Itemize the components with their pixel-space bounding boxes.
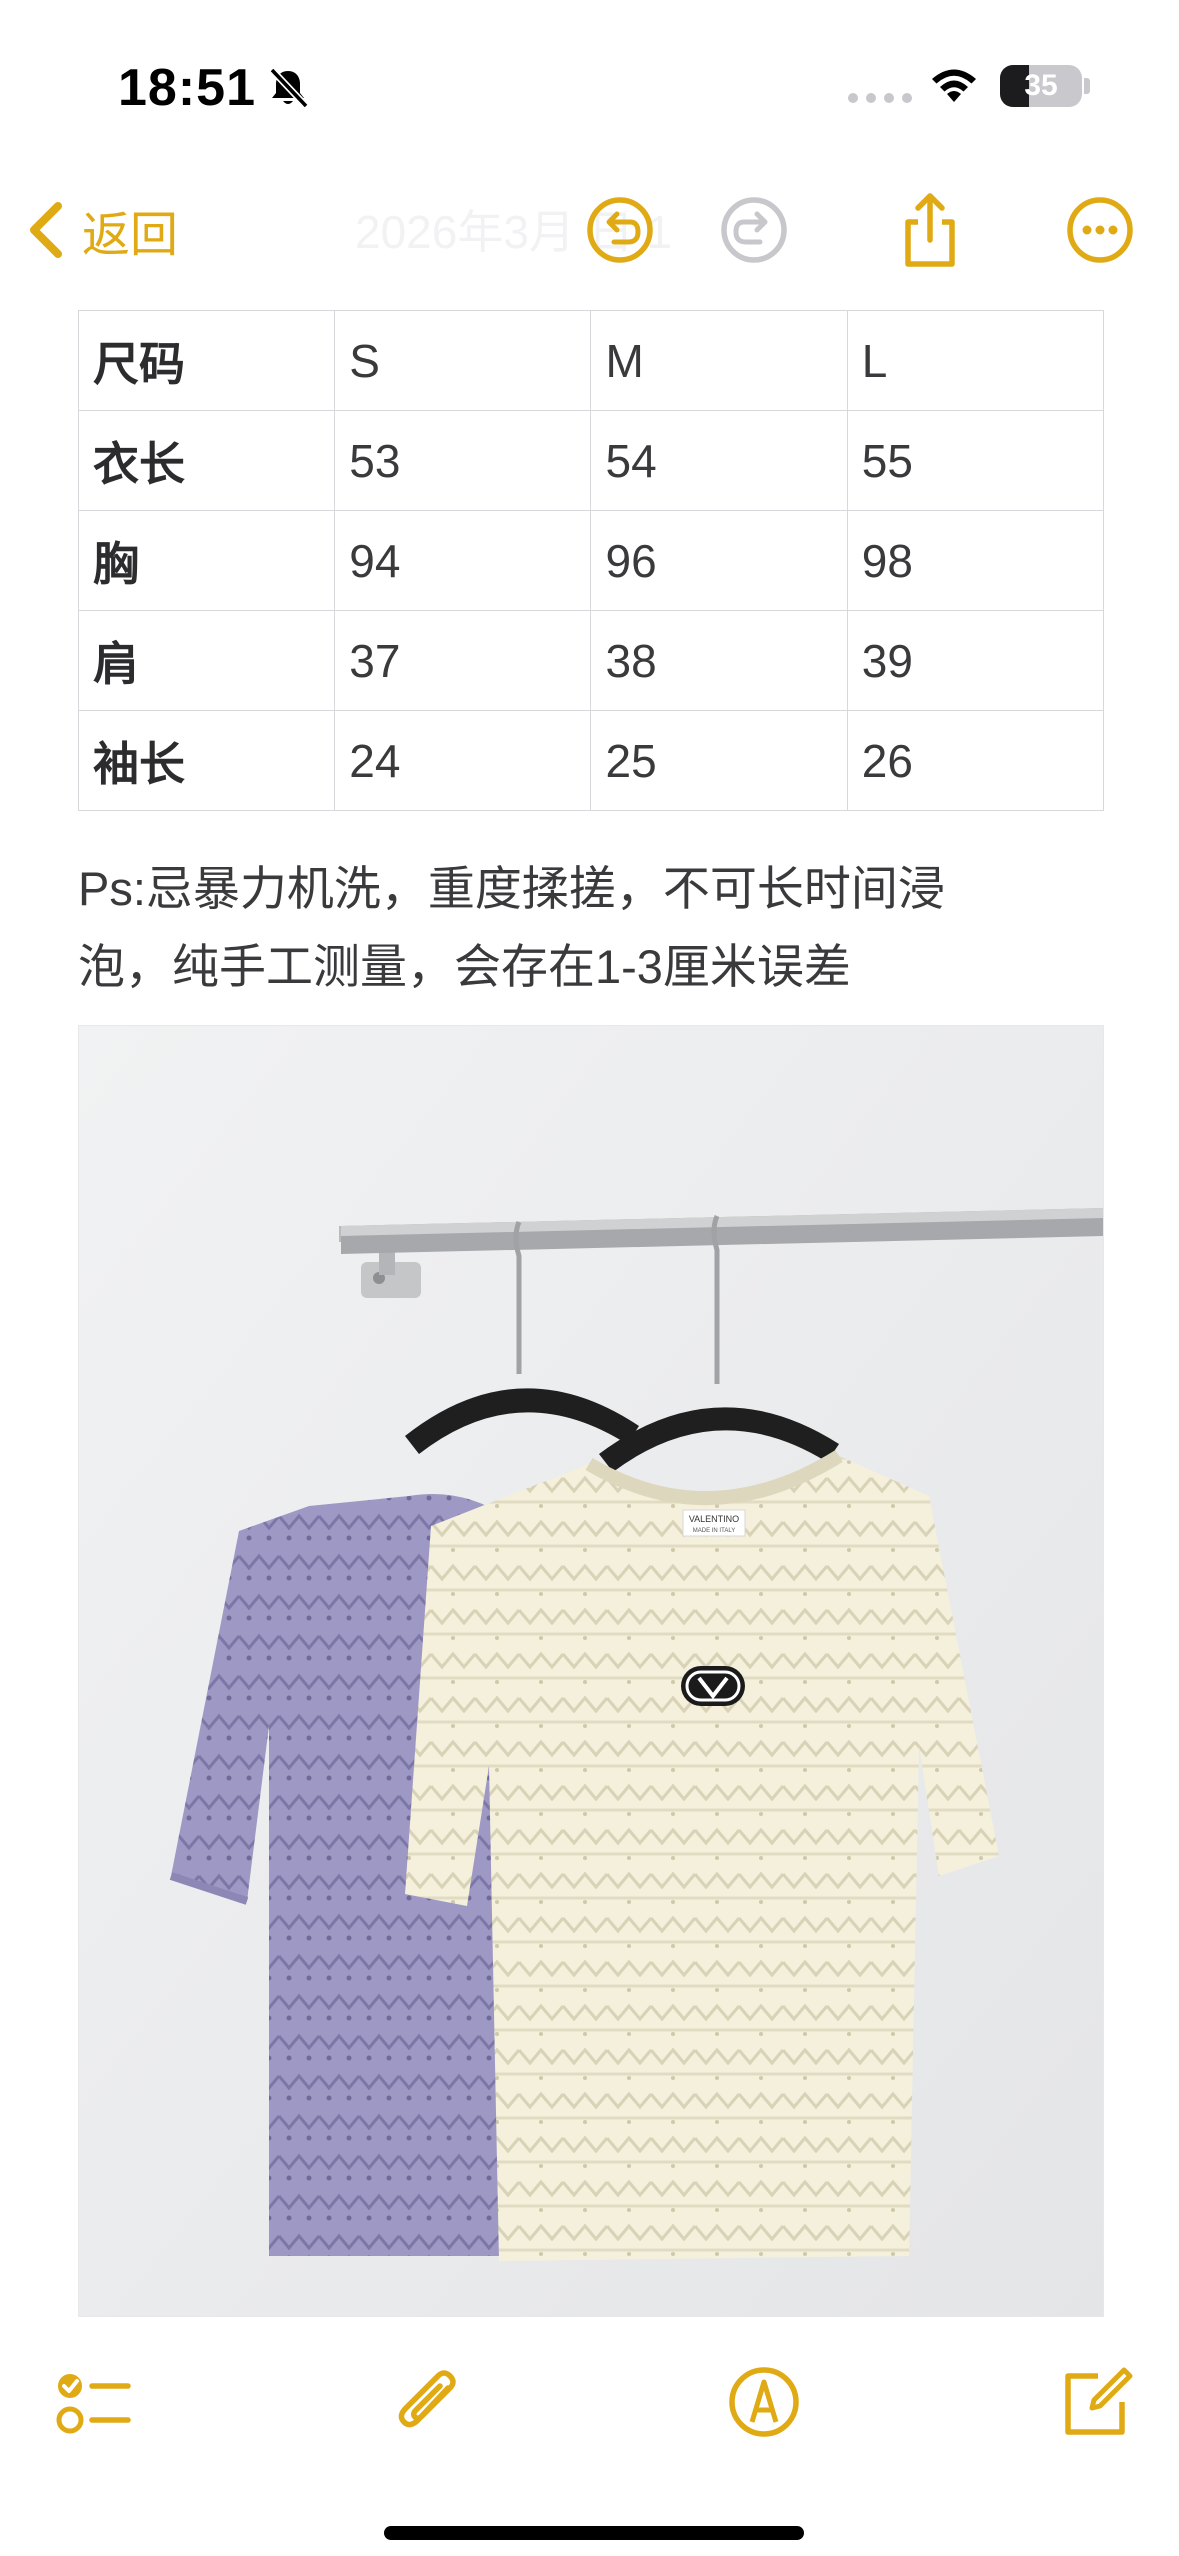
table-cell: 胸 (77, 510, 336, 611)
note-line: Ps:忌暴力机洗，重度揉搓，不可长时间浸 (78, 862, 945, 915)
checklist-icon[interactable] (50, 2360, 134, 2444)
table-cell: 55 (846, 410, 1105, 511)
product-photo-drawing: VALENTINO MADE IN ITALY (79, 1026, 1103, 2316)
markup-pen-icon[interactable] (722, 2360, 806, 2444)
cellular-dots-icon (848, 93, 912, 103)
undo-icon[interactable] (578, 188, 662, 272)
back-button[interactable]: 返回 (24, 190, 178, 270)
table-row: 肩 37 38 39 (77, 610, 1105, 711)
table-cell: 尺码 (77, 310, 336, 411)
nav-bar: 返回 2026年3月 日 1 (0, 170, 1179, 290)
chevron-left-icon (30, 202, 62, 258)
wifi-icon (932, 69, 976, 102)
status-bar: 18:51 35 (0, 0, 1179, 150)
table-cell: 衣长 (77, 410, 336, 511)
bell-slash-icon (269, 67, 309, 109)
table-cell: 54 (590, 410, 848, 511)
status-time: 18:51 (118, 59, 256, 117)
table-cell: L (846, 310, 1105, 411)
table-cell: S (334, 310, 592, 411)
paperclip-icon[interactable] (388, 2360, 472, 2444)
table-cell: 53 (334, 410, 592, 511)
size-table: 尺码 S M L 衣长 53 54 55 胸 94 96 98 肩 37 38 … (77, 310, 1105, 811)
home-indicator[interactable] (384, 2526, 804, 2540)
table-row: 尺码 S M L (77, 310, 1105, 411)
table-cell: M (590, 310, 848, 411)
share-icon[interactable] (888, 188, 972, 272)
table-cell: 26 (846, 710, 1105, 811)
table-cell: 38 (590, 610, 848, 711)
redo-icon[interactable] (712, 188, 796, 272)
table-cell: 39 (846, 610, 1105, 711)
compose-icon[interactable] (1054, 2360, 1138, 2444)
table-cell: 98 (846, 510, 1105, 611)
brand-label-sub: MADE IN ITALY (693, 1528, 735, 1534)
table-row: 袖长 24 25 26 (77, 710, 1105, 811)
table-cell: 94 (334, 510, 592, 611)
v-logo-patch (681, 1666, 745, 1706)
note-line: 泡，纯手工测量，会存在1-3厘米误差 (78, 940, 851, 993)
more-icon[interactable] (1058, 188, 1142, 272)
back-label: 返回 (82, 209, 179, 262)
bottom-toolbar (0, 2330, 1179, 2470)
battery-cap (1084, 78, 1090, 94)
table-cell: 袖长 (77, 710, 336, 811)
table-cell: 96 (590, 510, 848, 611)
table-cell: 肩 (77, 610, 336, 711)
battery-level: 35 (1024, 69, 1058, 102)
table-cell: 37 (334, 610, 592, 711)
battery-icon: 35 (1000, 65, 1082, 107)
product-photo[interactable]: VALENTINO MADE IN ITALY (78, 1025, 1104, 2317)
table-row: 胸 94 96 98 (77, 510, 1105, 611)
note-text[interactable]: Ps:忌暴力机洗，重度揉搓，不可长时间浸 泡，纯手工测量，会存在1-3厘米误差 (78, 850, 1108, 1006)
table-row: 衣长 53 54 55 (77, 410, 1105, 511)
table-cell: 24 (334, 710, 592, 811)
table-cell: 25 (590, 710, 848, 811)
brand-label-text: VALENTINO (689, 1514, 739, 1524)
